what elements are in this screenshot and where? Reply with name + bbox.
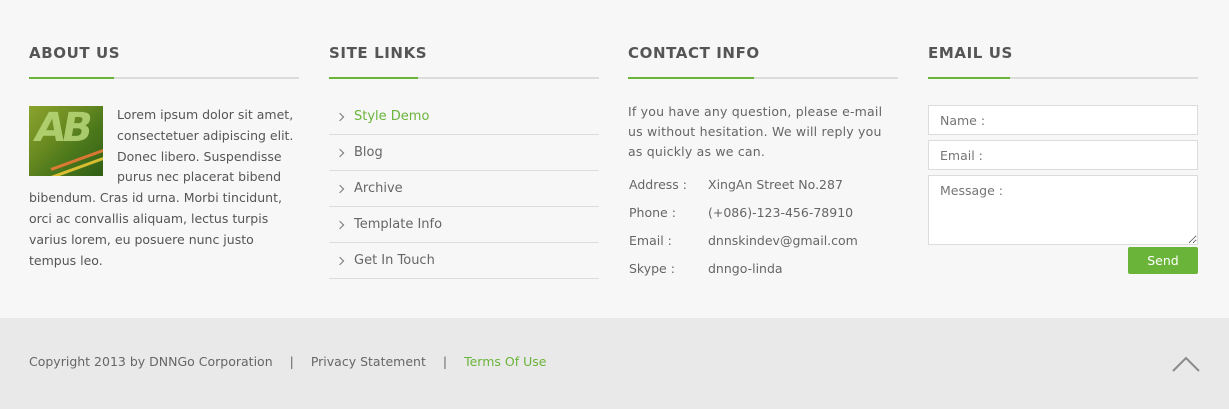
site-links-section: SITE LINKS Style Demo Blog Archive Templ… <box>329 0 599 279</box>
contact-heading: CONTACT INFO <box>628 0 898 79</box>
send-button[interactable]: Send <box>1128 247 1198 274</box>
contact-row-address: Address : XingAn Street No.287 <box>629 176 843 192</box>
about-section: ABOUT US AB Lorem ipsum dolor sit amet, … <box>29 0 299 271</box>
footer-main: ABOUT US AB Lorem ipsum dolor sit amet, … <box>0 0 1229 318</box>
contact-row-skype: Skype : dnngo-linda <box>629 260 783 276</box>
site-link-archive[interactable]: Archive <box>329 171 599 207</box>
site-link-get-in-touch[interactable]: Get In Touch <box>329 243 599 279</box>
contact-row-email: Email : dnnskindev@gmail.com <box>629 232 858 248</box>
contact-row-phone: Phone : (+086)-123-456-78910 <box>629 204 854 220</box>
contact-intro: If you have any question, please e-mail … <box>628 104 883 159</box>
heading-accent-line <box>329 77 418 79</box>
contact-section: CONTACT INFO If you have any question, p… <box>628 0 898 282</box>
chevron-right-icon <box>335 112 345 121</box>
about-title: ABOUT US <box>29 44 121 62</box>
email-input[interactable] <box>928 140 1198 170</box>
footer-links: Copyright 2013 by DNNGo Corporation | Pr… <box>29 354 546 369</box>
email-section: EMAIL US Send <box>928 0 1198 318</box>
site-link-style-demo[interactable]: Style Demo <box>329 99 599 135</box>
chevron-right-icon <box>335 148 345 157</box>
terms-link[interactable]: Terms Of Use <box>464 354 546 369</box>
about-content: AB Lorem ipsum dolor sit amet, consectet… <box>29 105 299 271</box>
site-links-list: Style Demo Blog Archive Template Info Ge… <box>329 99 599 279</box>
email-title: EMAIL US <box>928 44 1013 62</box>
heading-accent-line <box>928 77 1010 79</box>
site-link-template-info[interactable]: Template Info <box>329 207 599 243</box>
heading-accent-line <box>29 77 114 79</box>
contact-title: CONTACT INFO <box>628 44 760 62</box>
separator: | <box>442 354 448 369</box>
chevron-right-icon <box>335 184 345 193</box>
email-heading: EMAIL US <box>928 0 1198 79</box>
chevron-up-icon[interactable] <box>1172 355 1200 373</box>
about-heading: ABOUT US <box>29 0 299 79</box>
about-thumbnail-image: AB <box>29 106 103 176</box>
separator: | <box>289 354 294 369</box>
contact-details: Address : XingAn Street No.287 Phone : (… <box>628 170 898 282</box>
site-link-blog[interactable]: Blog <box>329 135 599 171</box>
email-form: Send <box>928 105 1198 274</box>
privacy-link[interactable]: Privacy Statement <box>311 354 426 369</box>
footer-bottom-bar: Copyright 2013 by DNNGo Corporation | Pr… <box>0 318 1229 409</box>
heading-accent-line <box>628 77 754 79</box>
name-input[interactable] <box>928 105 1198 135</box>
chevron-right-icon <box>335 256 345 265</box>
copyright-text: Copyright 2013 by DNNGo Corporation <box>29 354 273 369</box>
chevron-right-icon <box>335 220 345 229</box>
message-textarea[interactable] <box>928 175 1198 245</box>
site-links-title: SITE LINKS <box>329 44 428 62</box>
site-links-heading: SITE LINKS <box>329 0 599 79</box>
